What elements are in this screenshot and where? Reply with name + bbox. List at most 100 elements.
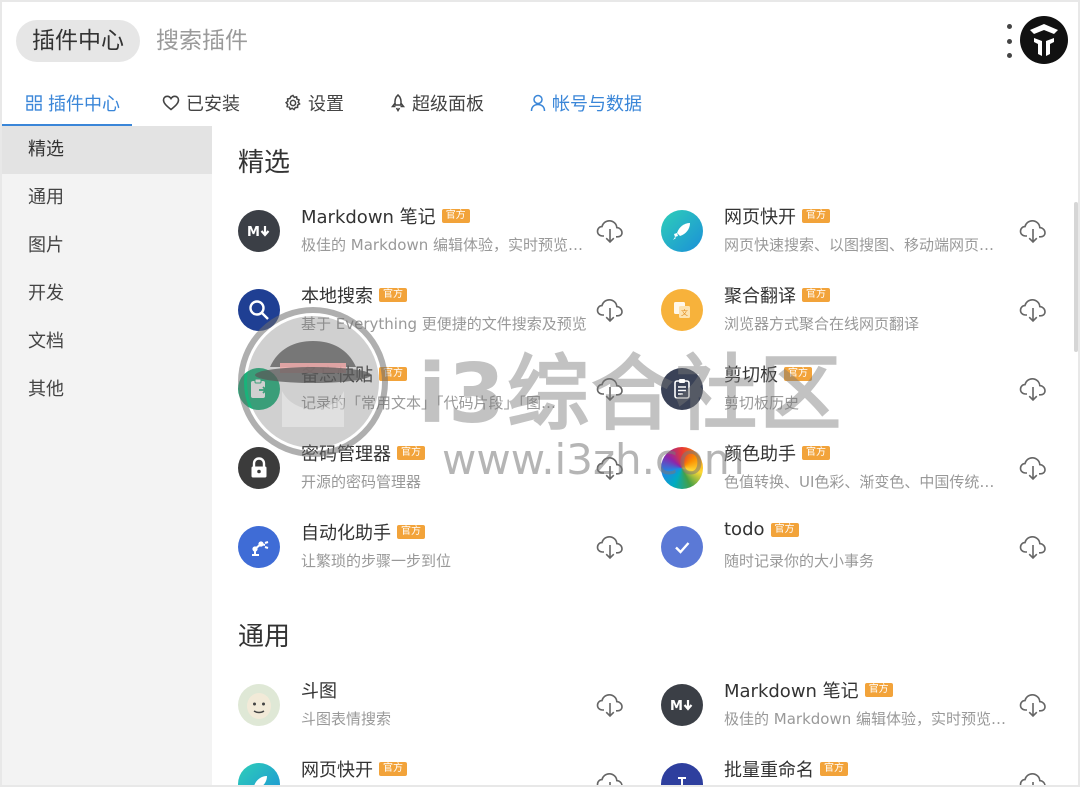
official-badge: 官方 (802, 446, 830, 460)
plugin-name: 网页快开 官方 (301, 756, 407, 782)
plugin-item[interactable]: 颜色助手 官方 色值转换、UI色彩、渐变色、中国传统… (661, 437, 1071, 507)
translate-icon: 文 (661, 289, 703, 331)
official-badge: 官方 (820, 762, 848, 776)
cloud-download-icon[interactable] (596, 771, 624, 787)
cloud-download-icon[interactable] (596, 218, 624, 244)
tab-settings[interactable]: 设置 (284, 80, 344, 126)
sidebar-item-images[interactable]: 图片 (2, 222, 212, 270)
app-logo-icon[interactable] (1020, 16, 1068, 64)
official-badge: 官方 (397, 446, 425, 460)
plugin-item[interactable]: 自动化助手 官方 让繁琐的步骤一步到位 (238, 516, 648, 586)
sidebar-item-featured[interactable]: 精选 (2, 126, 212, 174)
cloud-download-icon[interactable] (596, 455, 624, 481)
meme-face-icon (238, 684, 280, 726)
cloud-download-icon[interactable] (1019, 534, 1047, 560)
more-menu-icon[interactable] (1002, 24, 1016, 58)
heart-icon (162, 95, 180, 111)
tab-label: 帐号与数据 (552, 94, 642, 115)
sidebar-item-other[interactable]: 其他 (2, 366, 212, 414)
plugin-item[interactable]: M Markdown 笔记 官方 极佳的 Markdown 编辑体验，实时预览… (661, 674, 1071, 744)
cloud-download-icon[interactable] (1019, 376, 1047, 402)
gear-icon (285, 94, 301, 111)
clipboard-history-icon (661, 368, 703, 410)
official-badge: 官方 (379, 367, 407, 381)
plugin-description: 基于 Everything 更便捷的文件搜索及预览 (301, 315, 587, 333)
cloud-download-icon[interactable] (1019, 692, 1047, 718)
plugin-name: 颜色助手 官方 (724, 440, 830, 466)
scrollbar[interactable] (1074, 202, 1078, 352)
plugin-name: 密码管理器 官方 (301, 440, 425, 466)
plugin-name: 网页快开 官方 (724, 203, 830, 229)
plugin-name: 斗图 (301, 681, 337, 702)
clipboard-icon (238, 368, 280, 410)
cloud-download-icon[interactable] (1019, 297, 1047, 323)
tab-installed[interactable]: 已安装 (162, 80, 240, 126)
plugin-name: 备忘快贴 官方 (301, 361, 407, 387)
plugin-name: Markdown 笔记 官方 (724, 677, 893, 703)
plugin-description: 斗图表情搜索 (301, 710, 392, 728)
official-badge: 官方 (441, 209, 470, 223)
tab-super-panel[interactable]: 超级面板 (390, 80, 484, 126)
svg-text:文: 文 (681, 308, 688, 317)
plugin-item[interactable]: 网页快开 官方 (238, 753, 648, 787)
app-window: 插件中心 插件中心 已安装 (0, 0, 1080, 787)
rocket-icon (390, 94, 406, 112)
tab-label: 已安装 (186, 94, 240, 115)
tab-label: 插件中心 (48, 94, 120, 115)
rocket-icon (238, 763, 280, 785)
cloud-download-icon[interactable] (1019, 771, 1047, 787)
cloud-download-icon[interactable] (596, 692, 624, 718)
official-badge: 官方 (802, 209, 830, 223)
official-badge: 官方 (379, 288, 407, 302)
robot-arm-icon (238, 526, 280, 568)
plugin-name: todo 官方 (724, 519, 799, 540)
lock-icon (238, 447, 280, 489)
sidebar-item-development[interactable]: 开发 (2, 270, 212, 318)
official-badge: 官方 (770, 522, 799, 537)
cloud-download-icon[interactable] (596, 297, 624, 323)
plugin-item[interactable]: 本地搜索 官方 基于 Everything 更便捷的文件搜索及预览 (238, 279, 648, 349)
svg-text:M: M (247, 225, 260, 239)
tab-plugin-center[interactable]: 插件中心 (2, 80, 132, 126)
rocket-icon (661, 210, 703, 252)
plugin-item[interactable]: todo 官方 随时记录你的大小事务 (661, 516, 1071, 586)
cloud-download-icon[interactable] (596, 376, 624, 402)
plugin-description: 极佳的 Markdown 编辑体验，实时预览… (724, 710, 1006, 728)
nav-tabs: 插件中心 已安装 设置 超级面板 帐号与数据 (2, 80, 1078, 126)
plugin-name: 本地搜索 官方 (301, 282, 407, 308)
cloud-download-icon[interactable] (596, 534, 624, 560)
cloud-download-icon[interactable] (1019, 455, 1047, 481)
search-input[interactable] (142, 20, 742, 62)
official-badge: 官方 (802, 288, 830, 302)
plugin-description: 记录的「常用文本」「代码片段」「图… (301, 394, 557, 412)
plugin-item[interactable]: 网页快开 官方 网页快速搜索、以图搜图、移动端网页… (661, 200, 1071, 270)
plugin-item[interactable]: 斗图 斗图表情搜索 (238, 674, 648, 744)
top-bar: 插件中心 (2, 2, 1078, 80)
sidebar-item-general[interactable]: 通用 (2, 174, 212, 222)
rename-icon (661, 763, 703, 785)
user-icon (530, 94, 546, 112)
plugin-item[interactable]: 剪切板 官方 剪切板历史 (661, 358, 1071, 428)
magnifier-icon (238, 289, 280, 331)
plugin-item[interactable]: M Markdown 笔记 官方 极佳的 Markdown 编辑体验，实时预览… (238, 200, 648, 270)
plugin-item[interactable]: 密码管理器 官方 开源的密码管理器 (238, 437, 648, 507)
plugin-item[interactable]: 文 聚合翻译 官方 浏览器方式聚合在线网页翻译 (661, 279, 1071, 349)
tab-account-data[interactable]: 帐号与数据 (530, 80, 642, 126)
plugin-item[interactable]: 备忘快贴 官方 记录的「常用文本」「代码片段」「图… (238, 358, 648, 428)
plugin-list: 精选 M Markdown 笔记 官方 极佳的 Markdown 编辑体验，实时预… (212, 126, 1078, 787)
plugin-name: 自动化助手 官方 (301, 519, 425, 545)
official-badge: 官方 (784, 367, 812, 381)
tab-label: 设置 (308, 94, 344, 115)
cloud-download-icon[interactable] (1019, 218, 1047, 244)
sidebar-item-documents[interactable]: 文档 (2, 318, 212, 366)
plugin-item[interactable]: 批量重命名 官方 (661, 753, 1071, 787)
category-sidebar: 精选 通用 图片 开发 文档 其他 (2, 126, 212, 785)
official-badge: 官方 (397, 525, 425, 539)
tab-label: 超级面板 (412, 94, 484, 115)
plugin-description: 极佳的 Markdown 编辑体验，实时预览… (301, 236, 583, 254)
plugin-description: 剪切板历史 (724, 394, 800, 412)
check-icon (661, 526, 703, 568)
page-title-pill[interactable]: 插件中心 (16, 20, 140, 62)
official-badge: 官方 (379, 762, 407, 776)
markdown-icon: M (238, 210, 280, 252)
